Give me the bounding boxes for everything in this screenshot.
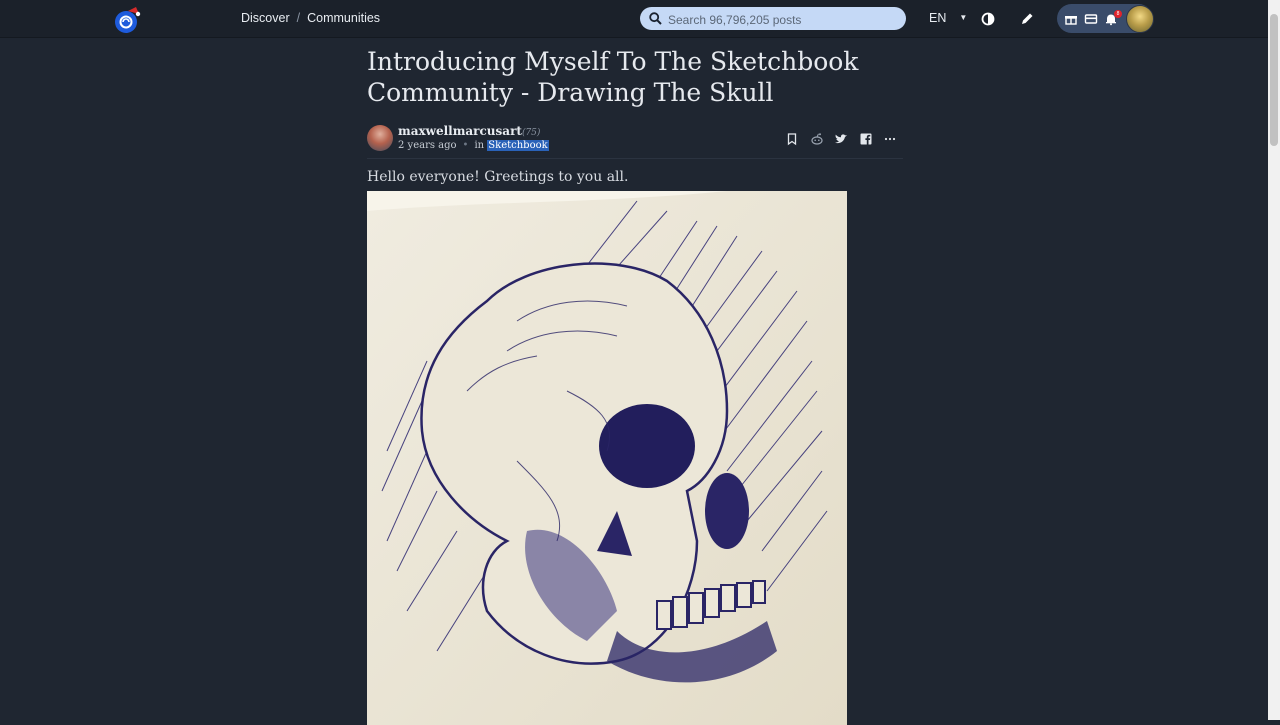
gift-icon[interactable] — [1064, 12, 1078, 26]
pencil-icon[interactable] — [1019, 11, 1035, 27]
top-navbar: Discover / Communities EN ▼ 8 — [0, 0, 1268, 38]
search-box[interactable] — [640, 7, 906, 30]
more-icon[interactable] — [883, 132, 897, 146]
search-icon — [649, 12, 662, 25]
brand-logo[interactable] — [114, 5, 142, 33]
skull-drawing-image[interactable] — [367, 191, 847, 725]
author-reputation: (75) — [521, 128, 541, 138]
nav-communities[interactable]: Communities — [307, 11, 380, 25]
post-article: Introducing Myself To The Sketchbook Com… — [367, 46, 903, 725]
wallet-icon[interactable] — [1084, 12, 1098, 26]
nav-discover[interactable]: Discover — [241, 11, 290, 25]
reddit-icon[interactable] — [810, 132, 824, 146]
author-name[interactable]: maxwellmarcusart — [398, 124, 522, 138]
community-link[interactable]: Sketchbook — [487, 140, 549, 151]
in-label: in — [474, 140, 485, 151]
language-selector[interactable]: EN ▼ — [929, 11, 967, 25]
post-time[interactable]: 2 years ago — [398, 140, 457, 151]
language-label: EN — [929, 11, 947, 25]
post-subline: 2 years ago • in Sketchbook — [398, 140, 549, 151]
bookmark-icon[interactable] — [785, 132, 799, 146]
facebook-icon[interactable] — [859, 132, 873, 146]
user-avatar[interactable] — [1126, 5, 1154, 33]
search-input[interactable] — [666, 9, 900, 30]
notification-badge: 8 — [1114, 10, 1122, 18]
page-scrollbar[interactable] — [1268, 0, 1280, 720]
breadcrumb-separator: / — [296, 11, 301, 25]
chevron-down-icon: ▼ — [959, 13, 968, 22]
post-meta: maxwellmarcusart(75) 2 years ago • in Sket… — [367, 122, 903, 159]
contrast-icon[interactable] — [980, 11, 996, 27]
breadcrumb: Discover / Communities — [241, 11, 380, 25]
post-actions — [779, 130, 897, 148]
author-avatar[interactable] — [367, 125, 393, 151]
post-title: Introducing Myself To The Sketchbook Com… — [367, 47, 859, 107]
scrollbar-thumb[interactable] — [1270, 14, 1278, 146]
twitter-icon[interactable] — [834, 132, 848, 146]
skull-sketch — [367, 191, 847, 725]
author-link[interactable]: maxwellmarcusart(75) — [398, 124, 540, 138]
post-greeting: Hello everyone! Greetings to you all. — [367, 169, 629, 185]
